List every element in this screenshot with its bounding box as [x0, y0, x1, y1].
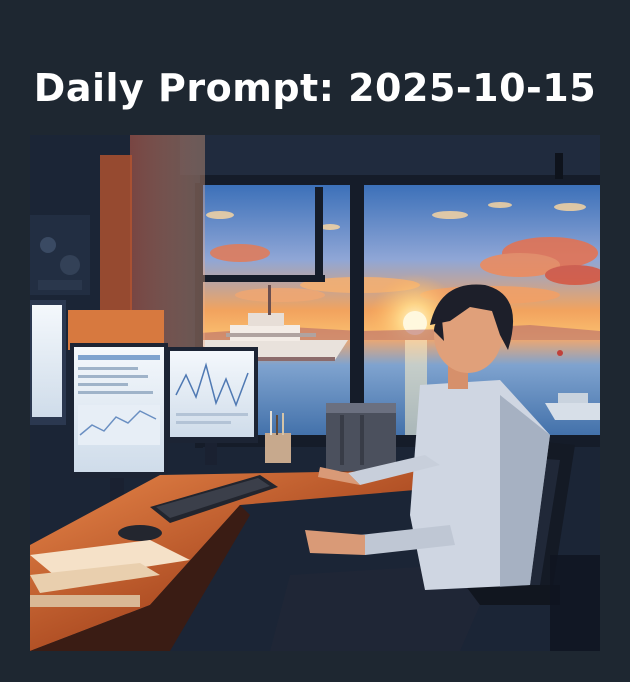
page-title: Daily Prompt: 2025-10-15: [33, 66, 597, 110]
ceiling-beam: [180, 135, 600, 175]
floor-shadow: [550, 555, 600, 651]
storage-box: [326, 403, 396, 471]
buoy: [557, 350, 563, 356]
wall-shelf: [30, 215, 90, 295]
artwork-image: [30, 135, 600, 651]
ceiling-light: [555, 153, 563, 179]
wall-light: [100, 155, 132, 315]
mouse: [118, 525, 162, 541]
monitor-left: [30, 300, 66, 425]
page: Daily Prompt: 2025-10-15: [0, 0, 630, 682]
